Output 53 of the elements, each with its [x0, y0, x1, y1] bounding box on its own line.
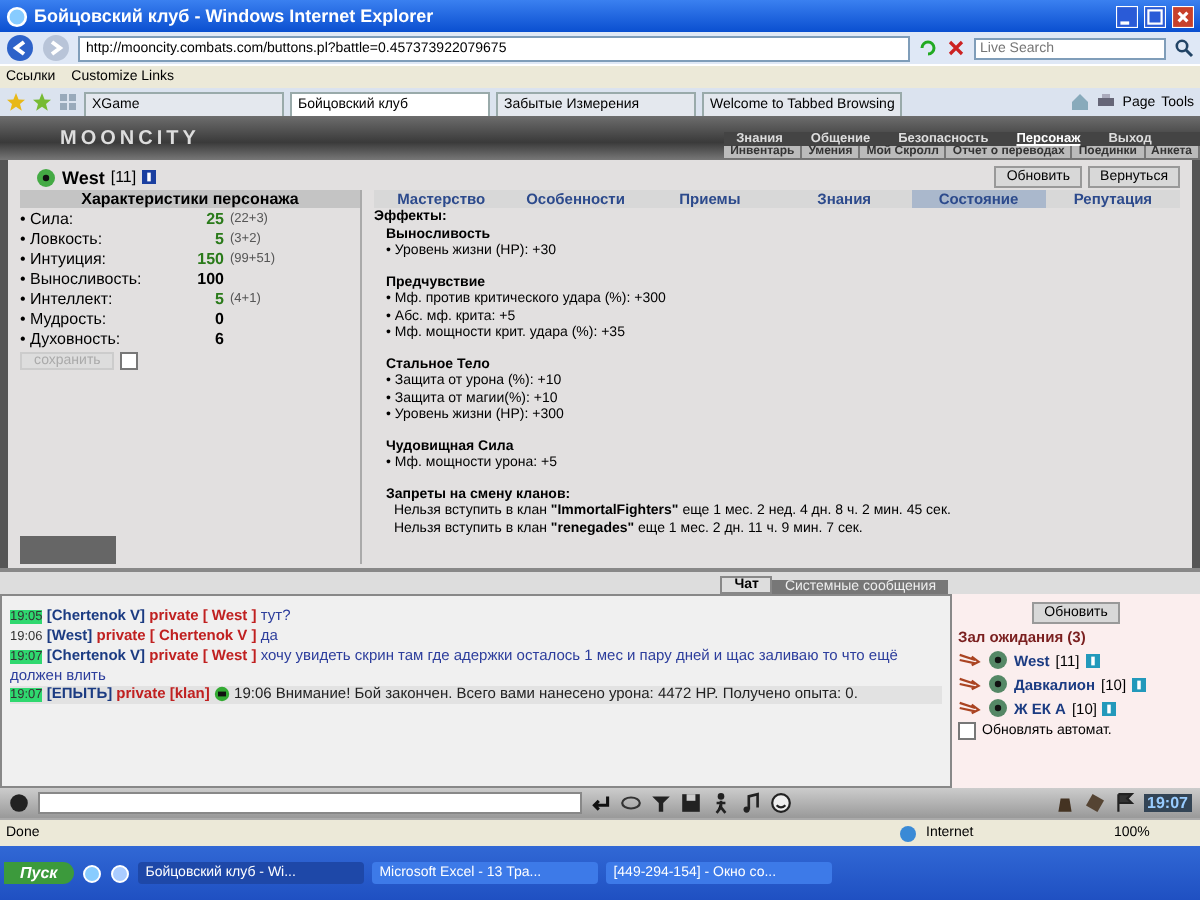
stat-value: 5 [213, 289, 224, 307]
clan-emblem-icon [213, 685, 230, 702]
stat-name: • Ловкость: [20, 229, 105, 247]
checkbox[interactable] [120, 352, 139, 370]
scroll-icon[interactable] [1083, 792, 1106, 814]
start-button[interactable]: Пуск [4, 862, 74, 884]
flag-icon[interactable] [1113, 792, 1136, 814]
maximize-icon[interactable] [1144, 5, 1166, 27]
arrows-icon[interactable] [958, 652, 982, 668]
close-icon[interactable] [1172, 5, 1194, 27]
globe-icon [898, 823, 918, 843]
browser-logo-icon[interactable] [109, 863, 130, 883]
save-icon[interactable] [680, 792, 702, 814]
stat-value: 100 [195, 269, 224, 287]
favorites-star-icon[interactable] [6, 92, 26, 112]
stat-value: 0 [213, 309, 224, 327]
player-level: [11] [110, 168, 137, 186]
counter-badge [20, 536, 116, 564]
game-logo: MOONCITY [58, 127, 200, 149]
panel-heading: Характеристики персонажа [20, 190, 360, 208]
stat-name: • Духовность: [20, 329, 123, 347]
person-icon[interactable] [710, 792, 732, 814]
search-icon[interactable] [1174, 38, 1194, 58]
clan-emblem-icon [36, 167, 56, 187]
browser-logo-icon [6, 5, 28, 27]
music-icon[interactable] [740, 792, 762, 814]
stat-name: • Выносливость: [20, 269, 144, 287]
chat-input[interactable] [38, 792, 582, 814]
head-icon[interactable] [8, 792, 30, 814]
stat-value: 150 [195, 249, 224, 267]
printer-icon[interactable] [1096, 92, 1117, 112]
arrows-icon[interactable] [958, 676, 982, 692]
stat-name: • Мудрость: [20, 309, 109, 327]
eraser-icon[interactable] [620, 792, 642, 814]
smiley-icon[interactable] [770, 792, 792, 814]
stat-name: • Интуиция: [20, 249, 109, 267]
info-icon[interactable] [142, 170, 157, 184]
arrows-icon[interactable] [958, 700, 982, 716]
stat-value: 5 [213, 229, 224, 247]
enter-icon[interactable] [590, 792, 612, 814]
player-name: West [62, 167, 105, 187]
back-icon[interactable] [6, 34, 34, 62]
stat-name: • Сила: [20, 209, 76, 227]
stop-icon[interactable] [946, 38, 966, 58]
checkbox[interactable] [958, 722, 976, 740]
minimize-icon[interactable] [1116, 5, 1138, 27]
chat-clock: 19:07 [1143, 794, 1192, 812]
stat-value: 6 [213, 329, 224, 347]
window-title: Бойцовский клуб - Windows Internet Explorer [34, 6, 434, 26]
browser-logo-icon[interactable] [81, 863, 102, 883]
stat-name: • Интеллект: [20, 289, 115, 307]
filter-icon[interactable] [650, 792, 672, 814]
stat-value: 25 [204, 209, 224, 227]
